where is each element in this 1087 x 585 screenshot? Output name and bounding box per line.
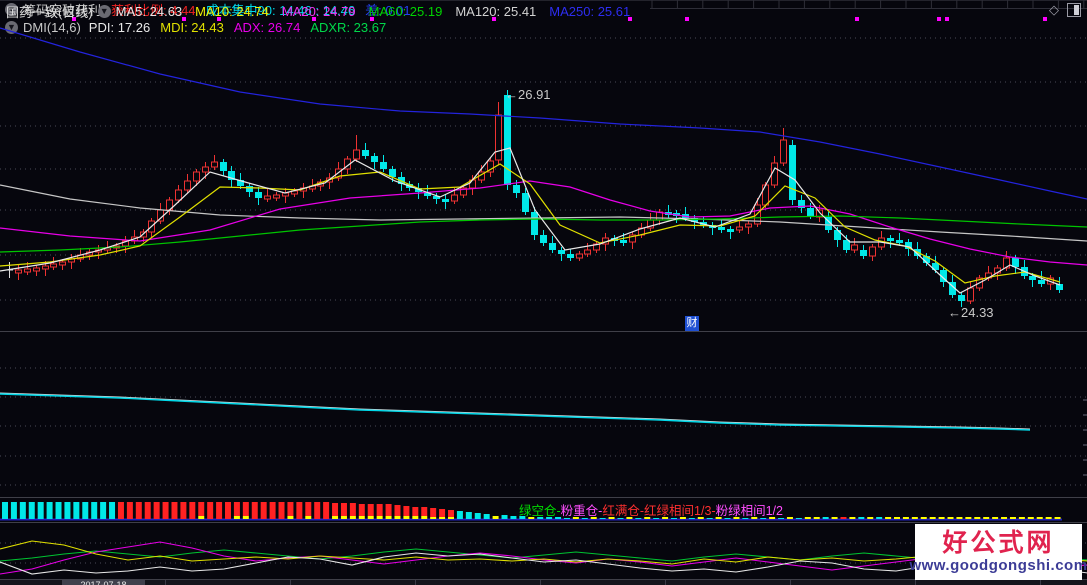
legend-segment: 粉绿相间1/2 bbox=[715, 504, 783, 518]
legend-segment: 红绿相间1/3- bbox=[644, 504, 716, 518]
ma-lines bbox=[0, 27, 1087, 294]
gridlines bbox=[0, 37, 1087, 564]
watermark-url: www.goodgongshi.com bbox=[909, 557, 1087, 574]
ma-values: MA5: 24.63 MA10: 24.74 MA20: 24.79 MA60: 25… bbox=[116, 4, 644, 19]
panel-layout-icon[interactable] bbox=[1067, 3, 1081, 17]
indicator-value: MA250: 25.61 bbox=[549, 3, 631, 19]
date-tick bbox=[665, 580, 666, 585]
diamond-icon[interactable]: ◇ bbox=[1049, 3, 1059, 17]
position-legend: 绿空仓-粉重仓-红满仓-红绿相间1/3-粉绿相间1/2 bbox=[519, 500, 783, 519]
indicator-value: MA5: 24.63 bbox=[115, 3, 183, 19]
stock-chart-app: 国药一致(日线) ▼ MA5: 24.63 MA10: 24.74 MA20: 24… bbox=[0, 0, 1087, 585]
cost-lines bbox=[0, 392, 1087, 476]
watermark: 好公式网 www.goodgongshi.com bbox=[909, 524, 1087, 580]
low-price-label: ←24.33 bbox=[948, 305, 994, 320]
header-icons: ◇ bbox=[1049, 3, 1081, 17]
date-tick bbox=[915, 580, 916, 585]
legend-segment: 红满仓- bbox=[602, 504, 645, 518]
date-axis-bar: 2017-07-18 bbox=[0, 580, 1087, 585]
date-tick bbox=[540, 580, 541, 585]
finance-report-marker[interactable]: 财 bbox=[685, 316, 699, 331]
high-price-label: ←26.91 bbox=[505, 87, 551, 102]
watermark-title: 好公式网 bbox=[942, 529, 1055, 557]
date-tick bbox=[290, 580, 291, 585]
date-cell: 2017-07-18 bbox=[62, 580, 145, 585]
legend-segment: 粉重仓- bbox=[560, 504, 603, 518]
legend-segment: 绿空仓- bbox=[519, 504, 561, 518]
symbol-title: 国药一致(日线) bbox=[6, 4, 93, 20]
indicator-value: MA60: 25.19 bbox=[368, 3, 443, 19]
indicator-value: MA10: 24.74 bbox=[195, 3, 269, 19]
chevron-down-icon[interactable]: ▼ bbox=[97, 4, 111, 18]
date-tick bbox=[790, 580, 791, 585]
candlesticks bbox=[6, 90, 1063, 307]
date-tick bbox=[1040, 580, 1041, 585]
date-tick bbox=[415, 580, 416, 585]
date-label: 2017-07-18 bbox=[80, 580, 127, 585]
top-bar: 国药一致(日线) ▼ MA5: 24.63 MA10: 24.74 MA20: 24… bbox=[0, 0, 1087, 22]
indicator-value: MA120: 25.41 bbox=[455, 3, 537, 19]
indicator-value: MA20: 24.79 bbox=[281, 3, 356, 19]
date-tick bbox=[165, 580, 166, 585]
